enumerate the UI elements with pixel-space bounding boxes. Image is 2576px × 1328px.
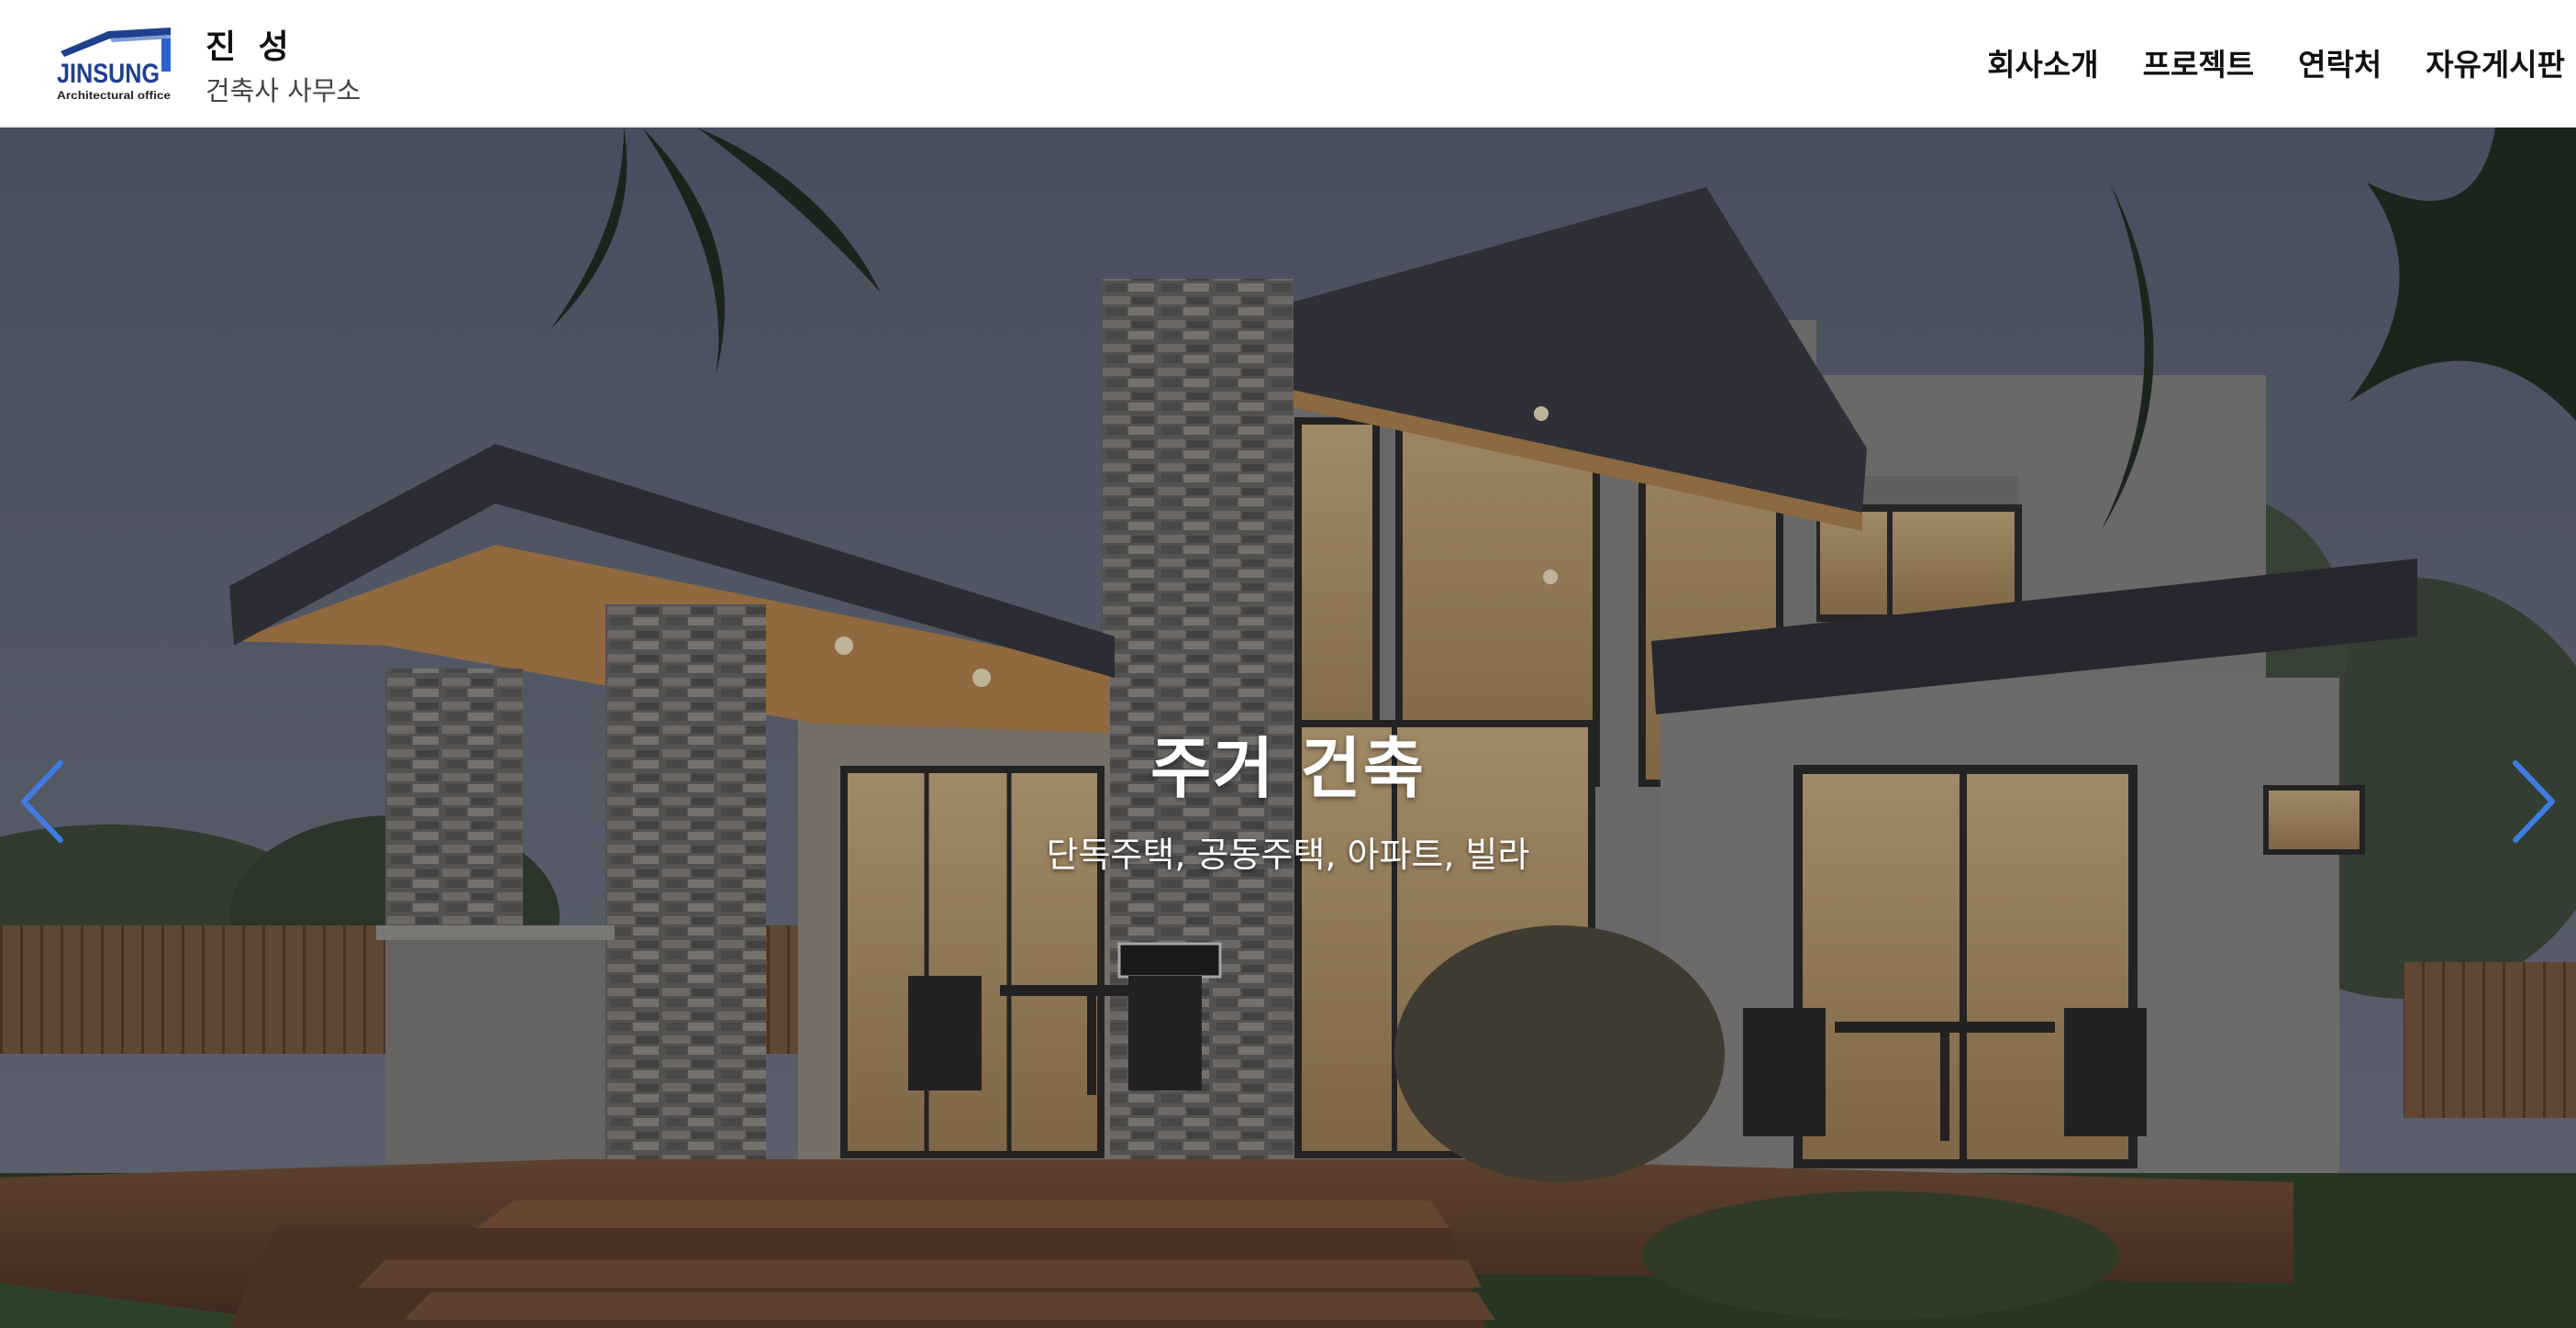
carousel-next-button[interactable] — [2497, 751, 2570, 852]
hero-title: 주거 건축 — [1149, 730, 1427, 807]
svg-text:JINSUNG: JINSUNG — [57, 59, 160, 89]
carousel-prev-button[interactable] — [6, 751, 79, 852]
chevron-left-icon — [21, 760, 63, 843]
nav-item-about[interactable]: 회사소개 — [1987, 40, 2098, 84]
chevron-right-icon — [2513, 760, 2555, 843]
nav-item-board[interactable]: 자유게시판 — [2426, 40, 2565, 84]
main-nav: 회사소개 프로젝트 연락처 자유게시판 — [1987, 40, 2565, 84]
nav-item-contact[interactable]: 연락처 — [2298, 40, 2382, 84]
company-logo[interactable]: JINSUNG Architectural office — [53, 26, 174, 103]
nav-item-projects[interactable]: 프로젝트 — [2143, 40, 2254, 84]
hero-carousel: 주거 건축 단독주택, 공동주택, 아파트, 빌라 — [0, 127, 2576, 1328]
hero-subtitle: 단독주택, 공동주택, 아파트, 빌라 — [1046, 835, 1530, 875]
brand-name: 진 성 — [205, 28, 294, 66]
svg-text:Architectural office: Architectural office — [57, 89, 171, 102]
brand-subtitle: 건축사 사무소 — [205, 75, 361, 106]
site-header: JINSUNG Architectural office 진 성 건축사 사무소… — [0, 0, 2576, 127]
